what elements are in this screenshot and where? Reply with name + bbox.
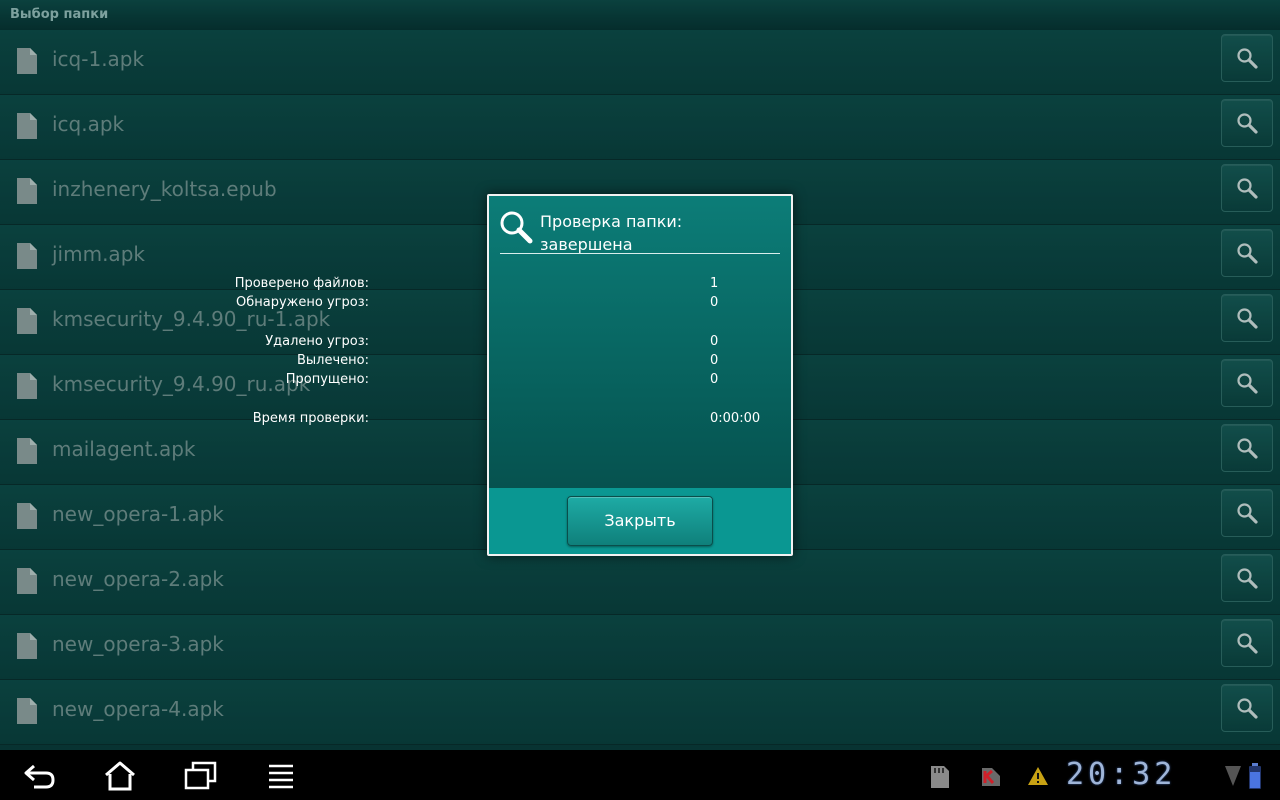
recent-apps-icon[interactable] bbox=[180, 760, 220, 792]
stat-value: 0 bbox=[710, 353, 719, 368]
stat-label: Пропущено: bbox=[285, 372, 369, 387]
stat-value: 0 bbox=[710, 372, 719, 387]
stat-label: Вылечено: bbox=[296, 353, 369, 368]
signal-icon bbox=[1225, 766, 1241, 786]
stat-value: 0:00:00 bbox=[710, 411, 761, 426]
stat-label: Время проверки: bbox=[252, 411, 369, 426]
sd-card-icon[interactable] bbox=[929, 764, 951, 790]
system-bar: 20:32 bbox=[0, 750, 1280, 800]
dialog-footer: Закрыть bbox=[489, 488, 791, 554]
warning-icon[interactable] bbox=[1027, 766, 1049, 786]
home-icon[interactable] bbox=[100, 760, 140, 792]
menu-icon[interactable] bbox=[262, 760, 302, 792]
dialog-title: Проверка папки: завершена bbox=[540, 210, 780, 256]
clock[interactable]: 20:32 bbox=[1066, 757, 1176, 792]
stat-value: 0 bbox=[710, 295, 719, 310]
back-icon[interactable] bbox=[20, 760, 60, 792]
search-icon bbox=[500, 211, 533, 244]
stat-label: Удалено угроз: bbox=[265, 334, 369, 349]
stat-label: Обнаружено угроз: bbox=[236, 295, 369, 310]
stat-value: 1 bbox=[710, 276, 719, 291]
kaspersky-icon[interactable] bbox=[979, 765, 1003, 789]
dialog-title-line1: Проверка папки: bbox=[540, 212, 683, 231]
stat-label: Проверено файлов: bbox=[234, 276, 369, 291]
stat-value: 0 bbox=[710, 334, 719, 349]
battery-icon[interactable] bbox=[1247, 762, 1263, 790]
dialog-divider bbox=[500, 253, 780, 254]
close-button[interactable]: Закрыть bbox=[567, 496, 713, 546]
scan-result-dialog: Проверка папки: завершена Проверено файл… bbox=[235, 194, 793, 556]
